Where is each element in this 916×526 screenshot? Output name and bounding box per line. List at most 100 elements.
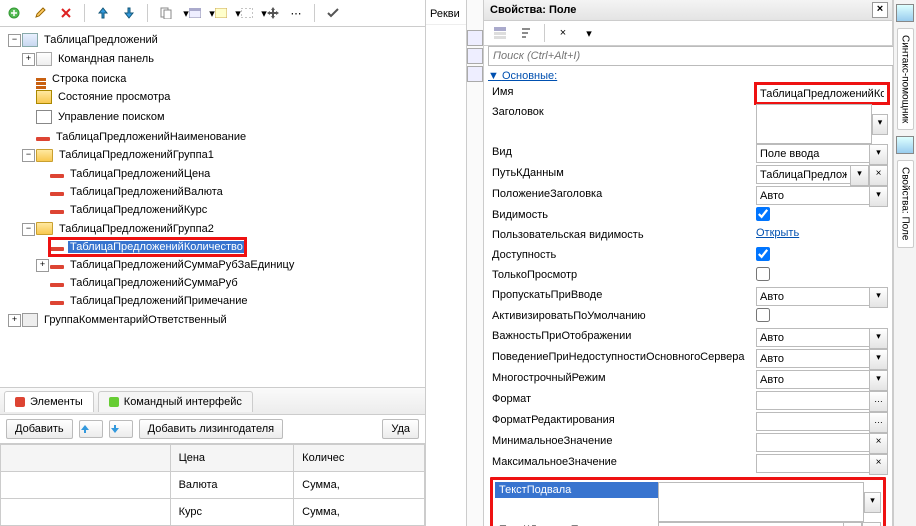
add-icon[interactable] bbox=[4, 3, 24, 23]
tree-item[interactable]: Управление поиском bbox=[56, 111, 167, 123]
chevron-down-icon[interactable]: ▾ bbox=[872, 114, 888, 135]
x-icon[interactable]: × bbox=[553, 23, 573, 43]
syntax-tab[interactable]: Синтакс-помощник bbox=[897, 28, 914, 130]
ellipsis-icon[interactable]: … bbox=[869, 412, 888, 433]
min-input[interactable] bbox=[756, 433, 869, 452]
chevron-down-icon[interactable]: ▾ bbox=[869, 287, 888, 308]
tree-group2[interactable]: ТаблицаПредложенийГруппа2 bbox=[57, 223, 216, 235]
footer-path-input[interactable] bbox=[658, 522, 843, 526]
clear-icon[interactable]: × bbox=[869, 165, 888, 186]
tree-item[interactable]: Строка поиска bbox=[50, 73, 128, 85]
chevron-down-icon[interactable]: ▾ bbox=[843, 522, 862, 526]
tree-item[interactable]: ТаблицаПредложенийЦена bbox=[68, 168, 212, 180]
tab-elements[interactable]: Элементы bbox=[4, 391, 94, 412]
chevron-down-icon[interactable]: ▾ bbox=[869, 328, 888, 349]
clear-icon[interactable]: × bbox=[869, 433, 888, 454]
tree-item[interactable]: ТаблицаПредложенийСуммаРубЗаЕдиницу bbox=[68, 259, 296, 271]
titlepos-select[interactable] bbox=[756, 186, 869, 205]
tree-item-selected[interactable]: ТаблицаПредложенийКоличество bbox=[68, 241, 245, 253]
close-icon[interactable]: × bbox=[872, 2, 888, 18]
prop-label-selected: ТекстПодвала bbox=[495, 482, 658, 498]
uservis-link[interactable]: Открыть bbox=[756, 227, 799, 239]
chevron-down-icon[interactable]: ▾ bbox=[850, 165, 869, 186]
tree-item[interactable]: ТаблицаПредложенийНаименование bbox=[54, 131, 248, 143]
chevron-down-icon[interactable]: ▾ bbox=[869, 349, 888, 370]
delete-button[interactable]: Уда bbox=[382, 419, 419, 439]
icon-strip bbox=[467, 0, 484, 526]
activate-checkbox[interactable] bbox=[756, 308, 770, 322]
check-icon[interactable] bbox=[323, 3, 343, 23]
tree-item[interactable]: ТаблицаПредложенийВалюта bbox=[68, 186, 225, 198]
add-button[interactable]: Добавить bbox=[6, 419, 73, 439]
ellipsis-icon[interactable]: … bbox=[869, 391, 888, 412]
tree-item[interactable]: ТаблицаПредложенийПримечание bbox=[68, 295, 250, 307]
tree-bottom[interactable]: ГруппаКомментарийОтветственный bbox=[42, 314, 229, 326]
editformat-input[interactable] bbox=[756, 412, 869, 431]
mini-icon[interactable] bbox=[467, 66, 483, 82]
more-icon[interactable]: ⋯ bbox=[286, 3, 306, 23]
tree-item[interactable]: Состояние просмотра bbox=[56, 91, 172, 103]
readonly-checkbox[interactable] bbox=[756, 267, 770, 281]
avail-checkbox[interactable] bbox=[756, 247, 770, 261]
syntax-icon[interactable] bbox=[896, 4, 914, 22]
window-icon[interactable]: ▾ bbox=[182, 3, 202, 23]
expander-icon[interactable]: − bbox=[8, 34, 21, 47]
clear-icon[interactable]: × bbox=[869, 454, 888, 475]
move-icon[interactable]: ▾ bbox=[260, 3, 280, 23]
chevron-down-icon[interactable]: ▾ bbox=[869, 370, 888, 391]
group-icon[interactable]: ▾ bbox=[234, 3, 254, 23]
tab-cmd-interface[interactable]: Командный интерфейс bbox=[98, 391, 253, 412]
tree-item[interactable]: ТаблицаПредложенийСуммаРуб bbox=[68, 277, 240, 289]
tree-item[interactable]: Командная панель bbox=[56, 53, 156, 65]
panel-icon[interactable]: ▾ bbox=[208, 3, 228, 23]
tree-group1[interactable]: ТаблицаПредложенийГруппа1 bbox=[57, 149, 216, 161]
chevron-down-icon[interactable]: ▾ bbox=[869, 186, 888, 207]
behavior-select[interactable] bbox=[756, 349, 869, 368]
importance-select[interactable] bbox=[756, 328, 869, 347]
delete-icon[interactable] bbox=[56, 3, 76, 23]
search-input[interactable] bbox=[488, 46, 898, 66]
visibility-checkbox[interactable] bbox=[756, 207, 770, 221]
skip-select[interactable] bbox=[756, 287, 869, 306]
expander-icon[interactable]: − bbox=[22, 223, 35, 236]
mini-icon[interactable] bbox=[467, 30, 483, 46]
middle-strip: Рекви bbox=[426, 0, 467, 526]
down-icon[interactable] bbox=[119, 3, 139, 23]
expander-icon[interactable]: + bbox=[8, 314, 21, 327]
expander-icon[interactable]: + bbox=[36, 259, 49, 272]
multiline-select[interactable] bbox=[756, 370, 869, 389]
prop-label: ПутьКДаннымПодвала bbox=[495, 522, 658, 526]
clear-icon[interactable]: × bbox=[862, 522, 881, 526]
name-input[interactable] bbox=[756, 84, 888, 103]
cat-icon[interactable] bbox=[490, 23, 510, 43]
edit-icon[interactable] bbox=[30, 3, 50, 23]
expander-icon[interactable]: − bbox=[22, 149, 35, 162]
sort-icon[interactable] bbox=[516, 23, 536, 43]
chevron-down-icon[interactable]: ▾ bbox=[864, 492, 881, 513]
field-icon bbox=[50, 192, 64, 196]
footer-text-input[interactable] bbox=[658, 482, 864, 522]
up-button[interactable] bbox=[79, 420, 103, 438]
mini-icon[interactable] bbox=[467, 48, 483, 64]
add-lessor-button[interactable]: Добавить лизингодателя bbox=[139, 419, 283, 439]
up-icon[interactable] bbox=[93, 3, 113, 23]
props-tab[interactable]: Свойства: Поле bbox=[897, 160, 914, 247]
expander-icon[interactable]: + bbox=[22, 53, 35, 66]
prop-label: Имя bbox=[488, 84, 756, 100]
kind-select[interactable] bbox=[756, 144, 869, 163]
props-icon[interactable] bbox=[896, 136, 914, 154]
rekv-label[interactable]: Рекви bbox=[426, 4, 466, 25]
format-input[interactable] bbox=[756, 391, 869, 410]
chevron-down-icon[interactable]: ▾ bbox=[579, 23, 599, 43]
prop-label: ПоведениеПриНедоступностиОсновногоСервер… bbox=[488, 349, 756, 365]
max-input[interactable] bbox=[756, 454, 869, 473]
title-input[interactable] bbox=[756, 104, 872, 144]
path-select[interactable] bbox=[756, 165, 850, 184]
tree-item[interactable]: ТаблицаПредложенийКурс bbox=[68, 204, 209, 216]
copy-icon[interactable] bbox=[156, 3, 176, 23]
chevron-down-icon[interactable]: ▾ bbox=[869, 144, 888, 165]
tree-root[interactable]: ТаблицаПредложений bbox=[42, 34, 160, 46]
section-main[interactable]: ▼ Основные: bbox=[488, 68, 888, 84]
down-button[interactable] bbox=[109, 420, 133, 438]
prop-label: Формат bbox=[488, 391, 756, 407]
